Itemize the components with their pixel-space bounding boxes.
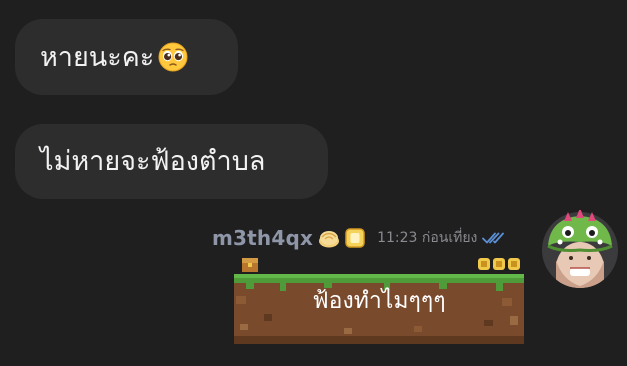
sticker-text: ฟ้องทำไมๆๆๆ — [312, 288, 446, 314]
chat-view: หายนะคะ ไม่หายจะฟ้องตำบล m3th4qx 11:23 ก… — [0, 0, 627, 366]
message-text: หายนะคะ — [40, 41, 155, 73]
username[interactable]: m3th4qx — [212, 226, 313, 250]
double-check-read-icon — [482, 232, 505, 244]
toast-badge-icon — [345, 228, 365, 248]
message-header: m3th4qx 11:23 ก่อนเที่ยง — [212, 224, 505, 252]
incoming-message-bubble[interactable]: ไม่หายจะฟ้องตำบล — [15, 124, 328, 199]
message-timestamp: 11:23 ก่อนเที่ยง — [377, 230, 478, 246]
pleading-face-emoji — [158, 42, 188, 72]
avatar[interactable] — [540, 210, 620, 290]
message-text: ไม่หายจะฟ้องตำบล — [40, 146, 266, 177]
pixel-sticker-message[interactable]: ฟ้องทำไมๆๆๆ — [234, 254, 524, 344]
bun-badge-icon — [319, 231, 340, 248]
incoming-message-bubble[interactable]: หายนะคะ — [15, 19, 238, 95]
